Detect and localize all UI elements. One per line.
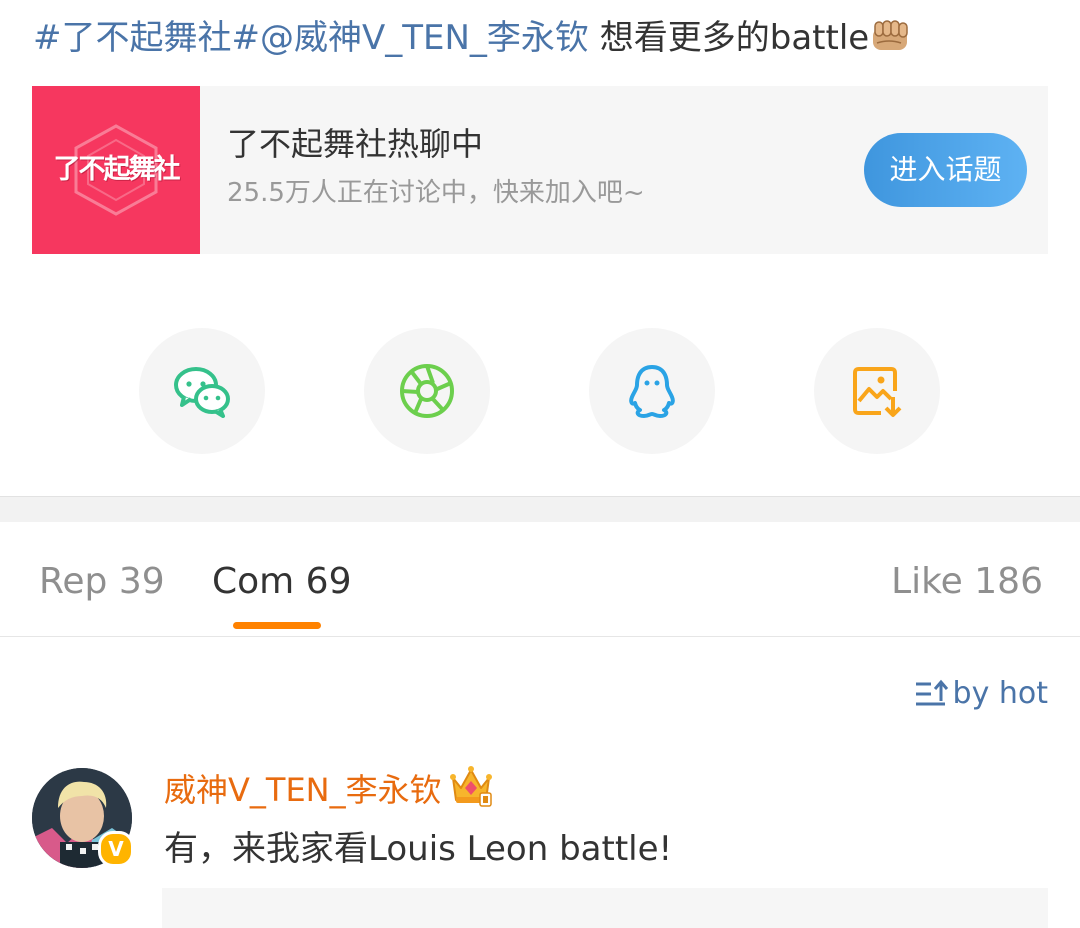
post-text: #了不起舞社#@威神V_TEN_李永钦 想看更多的battle xyxy=(33,14,911,62)
topic-thumbnail: 了不起舞社 xyxy=(32,86,200,254)
post-body-text: 想看更多的battle xyxy=(588,18,870,58)
section-separator xyxy=(0,496,1080,522)
tab-reposts[interactable]: Rep 39 xyxy=(39,560,165,604)
enter-topic-button[interactable]: 进入话题 xyxy=(864,133,1027,207)
tab-likes[interactable]: Like 186 xyxy=(891,560,1043,604)
active-tab-indicator xyxy=(233,622,321,629)
comment-username[interactable]: 威神V_TEN_李永钦 xyxy=(164,768,442,812)
hashtag-link[interactable]: #了不起舞社# xyxy=(33,18,260,58)
mention-link[interactable]: @威神V_TEN_李永钦 xyxy=(260,18,589,58)
share-qq-button[interactable] xyxy=(589,328,715,454)
topic-title: 了不起舞社热聊中 xyxy=(227,125,484,163)
sort-icon xyxy=(915,679,948,706)
qq-icon xyxy=(629,365,675,418)
topic-subtitle: 25.5万人正在讨论中，快来加入吧~ xyxy=(227,178,645,208)
comment-replies-box[interactable] xyxy=(162,888,1048,928)
save-image-button[interactable] xyxy=(814,328,940,454)
tab-divider xyxy=(0,636,1080,637)
crown-badge-icon xyxy=(450,766,492,807)
save-image-icon xyxy=(853,367,902,417)
moments-icon xyxy=(400,364,454,418)
share-moments-button[interactable] xyxy=(364,328,490,454)
share-wechat-button[interactable] xyxy=(139,328,265,454)
topic-card[interactable]: 了不起舞社 了不起舞社热聊中 25.5万人正在讨论中，快来加入吧~ 进入话题 xyxy=(32,86,1048,254)
topic-thumbnail-label: 了不起舞社 xyxy=(53,154,181,185)
sort-by-hot-button[interactable]: by hot xyxy=(915,674,1048,714)
sort-label: by hot xyxy=(952,676,1048,711)
verified-badge-label: V xyxy=(108,837,124,861)
wechat-icon xyxy=(174,367,230,418)
comment-text: 有，来我家看Louis Leon battle! xyxy=(164,829,673,869)
fist-bump-emoji-icon xyxy=(873,20,908,50)
verified-badge: V xyxy=(98,831,134,867)
tab-comments[interactable]: Com 69 xyxy=(212,560,351,604)
